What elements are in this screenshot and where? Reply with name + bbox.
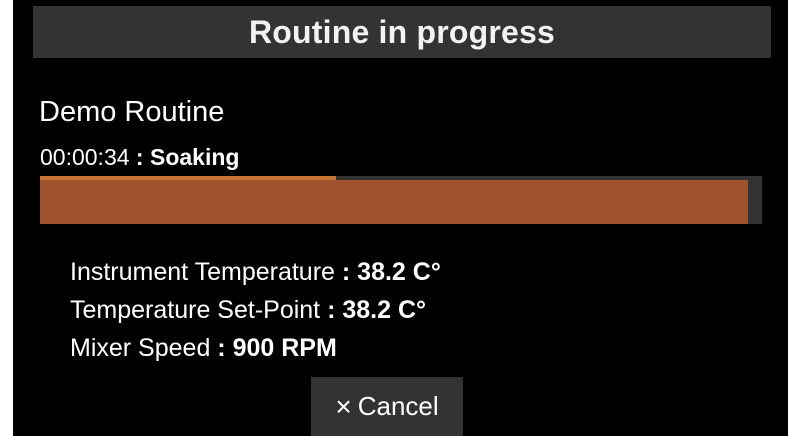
readout-value: 38.2 C° xyxy=(357,258,441,286)
status-separator: : xyxy=(129,144,150,170)
step-progress-bar xyxy=(40,176,762,180)
readout-separator: : xyxy=(320,296,343,324)
readout-temperature-set-point: Temperature Set-Point : 38.2 C° xyxy=(70,291,441,329)
elapsed-time: 00:00:34 xyxy=(40,144,130,170)
page-title: Routine in progress xyxy=(248,13,556,50)
overall-progress-fill xyxy=(40,177,748,224)
readout-mixer-speed: Mixer Speed : 900 RPM xyxy=(70,329,441,367)
readout-label: Mixer Speed xyxy=(70,334,211,362)
header-bar: Routine in progress xyxy=(33,6,771,58)
routine-phase: Soaking xyxy=(149,144,240,170)
readout-label: Instrument Temperature xyxy=(70,258,335,286)
routine-status: 00:00:34 : Soaking xyxy=(40,144,239,171)
readout-separator: : xyxy=(210,334,233,362)
cancel-label: Cancel xyxy=(357,391,439,421)
readout-label: Temperature Set-Point xyxy=(70,296,321,324)
routine-panel: Routine in progress Demo Routine 00:00:3… xyxy=(13,0,788,436)
readouts-list: Instrument Temperature : 38.2 C° Tempera… xyxy=(70,253,441,367)
readout-separator: : xyxy=(334,258,358,286)
readout-instrument-temperature: Instrument Temperature : 38.2 C° xyxy=(70,253,441,291)
step-progress-fill xyxy=(40,176,337,180)
routine-name: Demo Routine xyxy=(39,96,225,128)
overall-progress-bar xyxy=(40,177,762,224)
readout-value: 900 RPM xyxy=(232,334,337,362)
readout-value: 38.2 C° xyxy=(342,296,426,324)
close-icon: × xyxy=(335,390,352,422)
cancel-button[interactable]: × Cancel xyxy=(311,377,463,436)
